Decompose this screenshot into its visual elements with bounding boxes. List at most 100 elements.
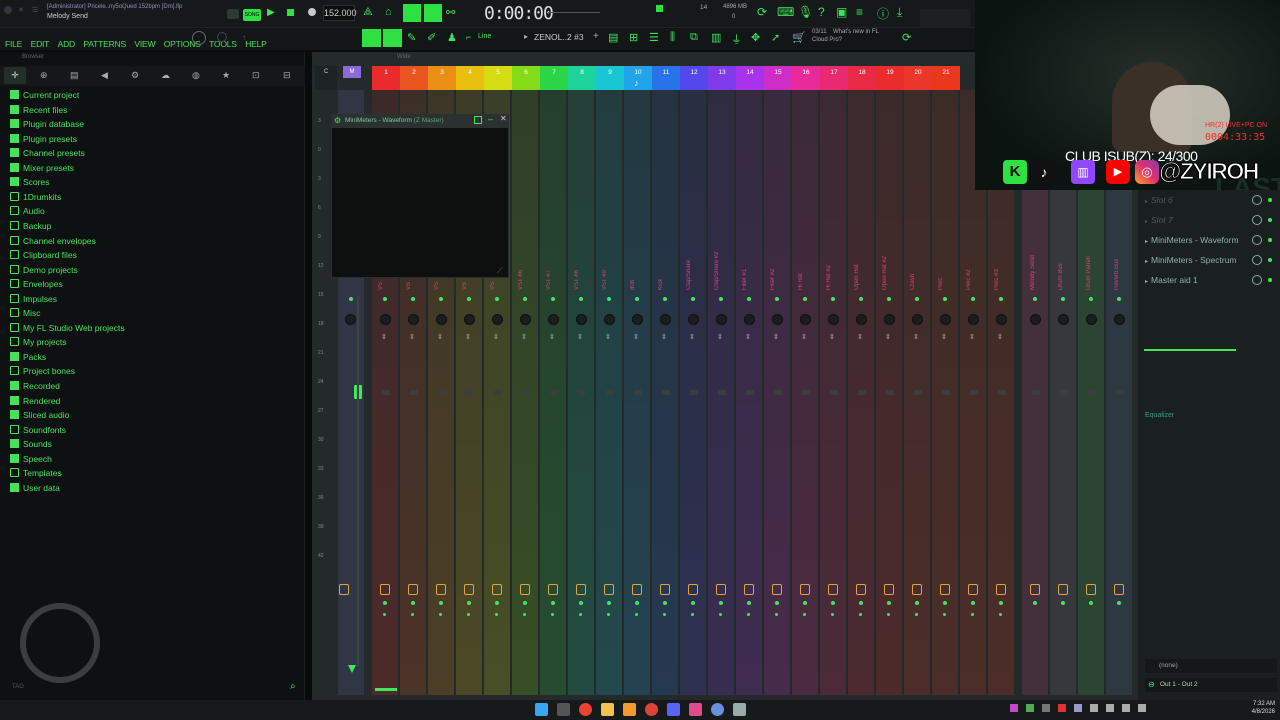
mute-led[interactable] xyxy=(943,601,947,605)
fx-slot[interactable]: ▸ MiniMeters - Spectrum xyxy=(1145,252,1273,268)
time-display[interactable]: 0:00:00 xyxy=(484,3,554,24)
volume-fader[interactable] xyxy=(886,390,894,395)
mute-led[interactable] xyxy=(439,601,443,605)
fx-slot[interactable]: ▸ Master aid 1 xyxy=(1145,272,1273,288)
mute-led[interactable] xyxy=(859,601,863,605)
volume-fader[interactable] xyxy=(690,390,698,395)
browser-all-icon[interactable]: ✛ xyxy=(4,67,26,84)
mute-led[interactable] xyxy=(831,601,835,605)
send-led[interactable] xyxy=(859,613,862,616)
browser-item[interactable]: Plugin database xyxy=(10,117,84,131)
bus-route-icon[interactable] xyxy=(1058,584,1068,595)
resize-grip-icon[interactable]: ⟋ xyxy=(497,266,503,276)
pan-knob[interactable] xyxy=(716,314,727,325)
browser-item[interactable]: Channel presets xyxy=(10,146,85,160)
browser-item[interactable]: Current project xyxy=(10,88,79,102)
strip-led[interactable] xyxy=(999,297,1003,301)
browser-cloud-icon[interactable]: ☁ xyxy=(161,70,170,81)
browser-item[interactable]: Impulses xyxy=(10,292,57,306)
stereo-icon[interactable]: ⇕ xyxy=(801,333,807,341)
browser-item[interactable]: Project bones xyxy=(10,364,75,378)
route-icon[interactable] xyxy=(632,584,642,595)
waveform-window-titlebar[interactable]: MiniMeters - Waveform (Z Master) xyxy=(331,114,509,128)
mute-led[interactable] xyxy=(971,601,975,605)
route-icon[interactable] xyxy=(716,584,726,595)
stereo-icon[interactable]: ⇕ xyxy=(913,333,919,341)
pan-knob[interactable] xyxy=(548,314,559,325)
send-led[interactable] xyxy=(887,613,890,616)
send-led[interactable] xyxy=(467,613,470,616)
pan-knob[interactable] xyxy=(856,314,867,325)
menu-patterns[interactable]: PATTERNS xyxy=(83,39,126,49)
strip-led[interactable] xyxy=(943,297,947,301)
volume-fader[interactable] xyxy=(914,390,922,395)
browser-plugin-icon[interactable]: ⚙ xyxy=(131,70,139,81)
master-header-c[interactable]: C xyxy=(315,66,337,90)
touch-keyboard-icon[interactable]: ✥ xyxy=(751,31,760,44)
send-led[interactable] xyxy=(551,613,554,616)
browser-star-icon[interactable]: ★ xyxy=(222,70,230,81)
browser-history-icon[interactable]: ⊟ xyxy=(283,70,291,81)
mute-led[interactable] xyxy=(663,601,667,605)
loop-record-button[interactable] xyxy=(424,4,442,22)
send-led[interactable] xyxy=(775,613,778,616)
mute-led[interactable] xyxy=(999,601,1003,605)
browser-item[interactable]: Plugin presets xyxy=(10,132,77,146)
browser-item[interactable]: Demo projects xyxy=(10,263,78,277)
fx-slot-led[interactable] xyxy=(1268,278,1272,282)
pan-knob[interactable] xyxy=(912,314,923,325)
bus-led[interactable] xyxy=(1117,297,1121,301)
strip-led[interactable] xyxy=(971,297,975,301)
strip-led[interactable] xyxy=(775,297,779,301)
playlist-mode-button[interactable] xyxy=(383,29,402,47)
song-mode-button[interactable]: SONG xyxy=(243,9,261,21)
mute-led[interactable] xyxy=(523,601,527,605)
pan-knob[interactable] xyxy=(884,314,895,325)
fx-slot-led[interactable] xyxy=(1268,198,1272,202)
snap-select[interactable]: Line xyxy=(478,33,491,40)
mute-led[interactable] xyxy=(719,601,723,605)
pan-knob[interactable] xyxy=(464,314,475,325)
news-headline-2[interactable]: Cloud Pro? xyxy=(812,37,842,43)
paint-icon[interactable]: ✐ xyxy=(427,31,436,44)
send-led[interactable] xyxy=(383,613,386,616)
cursor-icon[interactable]: ➚ xyxy=(771,31,780,44)
download-icon[interactable]: ⤓ xyxy=(897,5,902,20)
menu-add[interactable]: ADD xyxy=(58,39,76,49)
bus-fader[interactable] xyxy=(1116,390,1124,395)
browser-toggle-icon[interactable]: ▥ xyxy=(711,31,721,44)
mixer-view-icon[interactable]: ⫼ xyxy=(670,31,675,44)
route-icon[interactable] xyxy=(996,584,1006,595)
pan-knob[interactable] xyxy=(660,314,671,325)
bus-mute-led[interactable] xyxy=(1117,601,1121,605)
route-icon[interactable] xyxy=(772,584,782,595)
send-led[interactable] xyxy=(971,613,974,616)
plugin-gear-icon[interactable]: ⚙ xyxy=(334,116,341,125)
bus-pan-knob[interactable] xyxy=(1086,314,1097,325)
pan-knob[interactable] xyxy=(772,314,783,325)
add-pattern-button[interactable]: + xyxy=(593,31,599,42)
audio-input-select[interactable]: (none) xyxy=(1145,659,1277,673)
mute-led[interactable] xyxy=(915,601,919,605)
route-icon[interactable] xyxy=(408,584,418,595)
stereo-icon[interactable]: ⇕ xyxy=(885,333,891,341)
send-led[interactable] xyxy=(411,613,414,616)
browser-speaker-icon[interactable]: ◀ xyxy=(101,70,108,81)
plugin-picker-icon[interactable]: ⧉ xyxy=(690,31,698,44)
tray-icon-7[interactable] xyxy=(1106,704,1114,712)
stereo-icon[interactable]: ⇕ xyxy=(577,333,583,341)
fx-slot-knob[interactable] xyxy=(1252,255,1262,265)
fx-slot-knob[interactable] xyxy=(1252,195,1262,205)
stereo-separation-bar[interactable] xyxy=(1144,349,1236,351)
bus-route-icon[interactable] xyxy=(1114,584,1124,595)
send-led[interactable] xyxy=(831,613,834,616)
route-icon[interactable] xyxy=(660,584,670,595)
browser-item[interactable]: User data xyxy=(10,481,60,495)
route-icon[interactable] xyxy=(604,584,614,595)
browser-item[interactable]: Packs xyxy=(10,350,46,364)
strip-led[interactable] xyxy=(411,297,415,301)
fx-slot-led[interactable] xyxy=(1268,238,1272,242)
stereo-icon[interactable]: ⇕ xyxy=(605,333,611,341)
pat-song-toggle[interactable] xyxy=(227,9,239,19)
bus-route-icon[interactable] xyxy=(1030,584,1040,595)
